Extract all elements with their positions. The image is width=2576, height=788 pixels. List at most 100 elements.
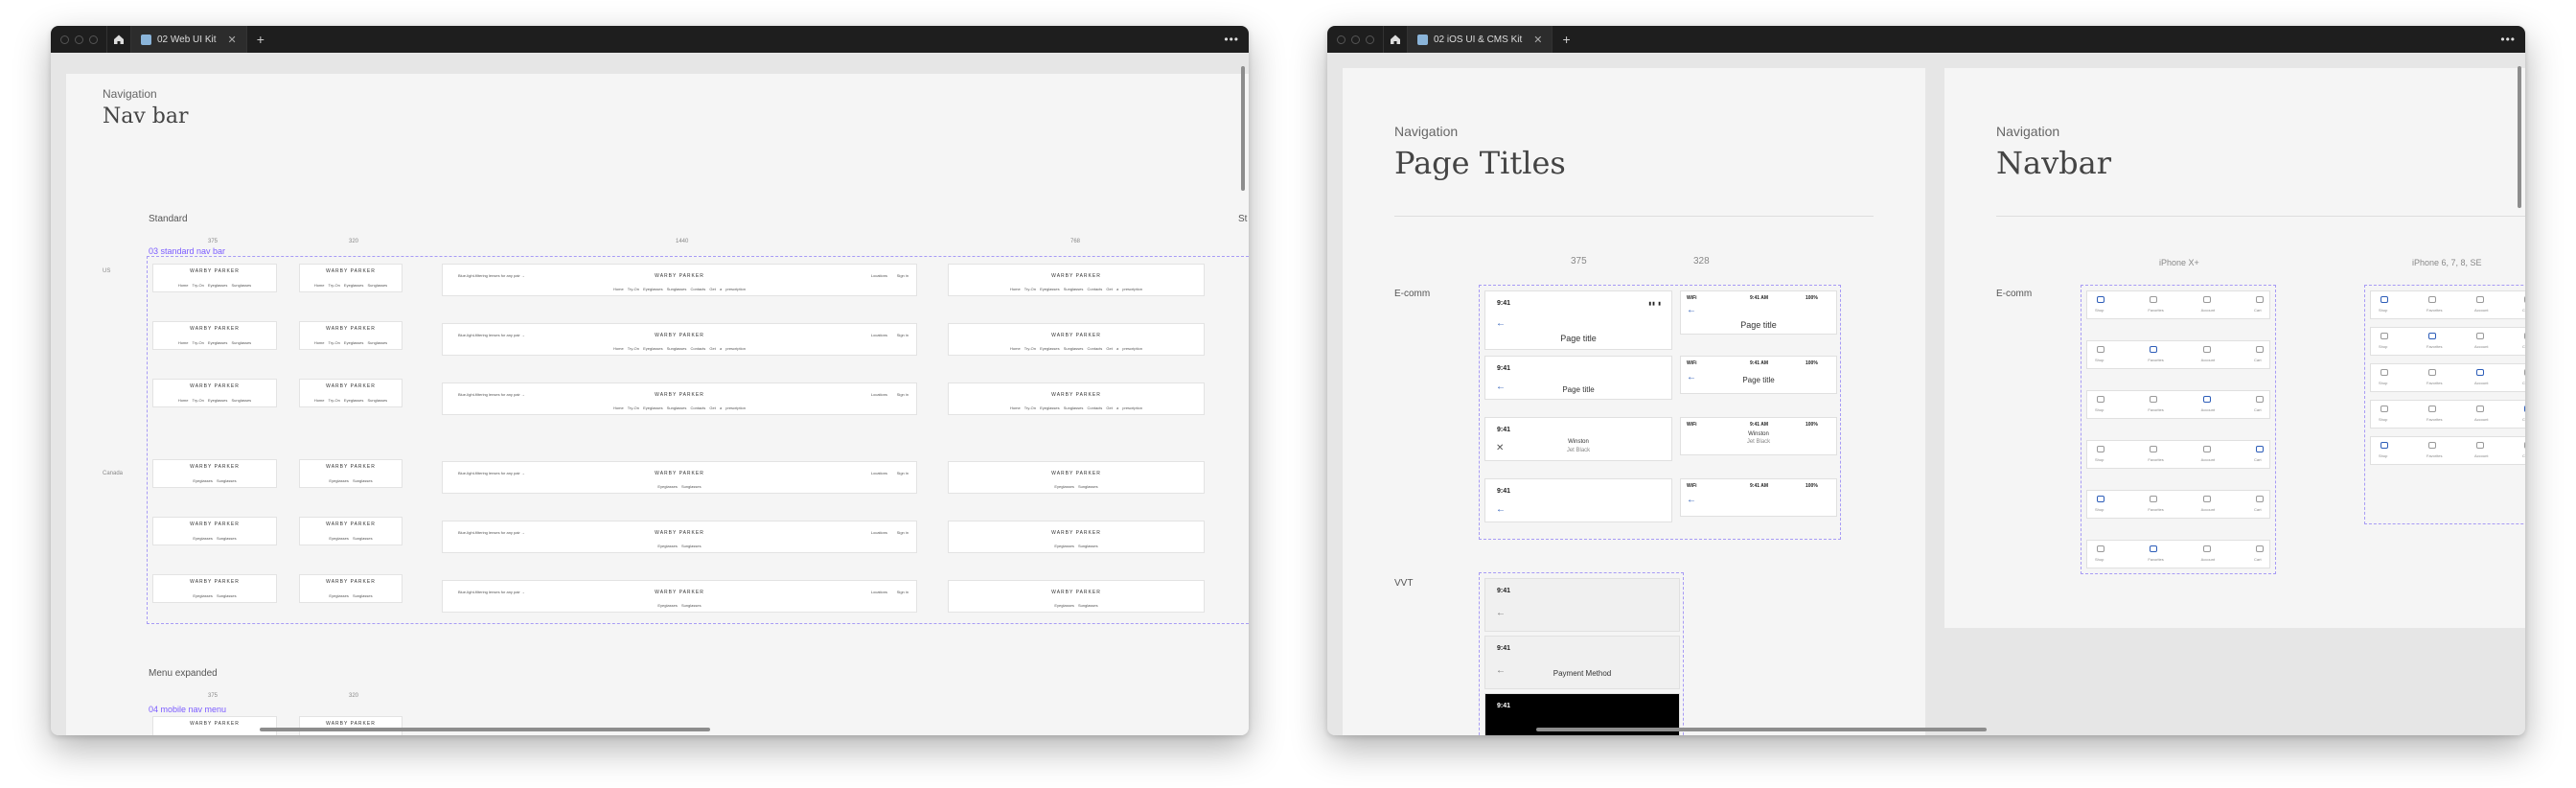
tab-icon[interactable] xyxy=(2256,496,2264,502)
page-title-375-small[interactable]: 9:41 ← Page title xyxy=(1484,356,1672,400)
tab-icon[interactable] xyxy=(2150,346,2158,353)
tab-icon[interactable] xyxy=(2380,406,2388,412)
tab-icon[interactable] xyxy=(2256,296,2264,303)
nav-bar-1440[interactable]: Blue-light-filtering lenses for any pair… xyxy=(442,382,917,415)
tab-icon[interactable] xyxy=(2428,442,2436,449)
tab-bar[interactable]: Shop Favorites Account Cart xyxy=(2086,490,2270,519)
back-arrow-icon[interactable]: ← xyxy=(1496,504,1506,515)
tab-icon[interactable] xyxy=(2476,333,2484,339)
tab-icon[interactable] xyxy=(2097,346,2104,353)
nav-bar-768-canada[interactable]: WARBY PARKER Eyeglasses Sunglasses xyxy=(948,580,1205,613)
tab-icon[interactable] xyxy=(2150,396,2158,403)
new-tab-button[interactable]: + xyxy=(1552,32,1579,47)
tab-icon[interactable] xyxy=(2202,396,2211,403)
tab-icon[interactable] xyxy=(2476,369,2484,376)
tab-icon[interactable] xyxy=(2476,296,2484,303)
file-tab[interactable]: 02 iOS UI & CMS Kit ✕ xyxy=(1408,26,1553,53)
back-arrow-icon[interactable]: ← xyxy=(1687,305,1696,315)
back-arrow-icon[interactable]: ← xyxy=(1496,318,1506,329)
tab-icon[interactable] xyxy=(2524,369,2525,376)
tab-bar[interactable]: Shop Favorites Account Cart xyxy=(2086,340,2270,369)
vvt-nav-payment[interactable]: 9:41 ← Payment Method xyxy=(1484,636,1680,689)
tab-icon[interactable] xyxy=(2524,296,2525,303)
tab-icon[interactable] xyxy=(2428,406,2436,412)
tab-bar[interactable]: Shop Favorites Account Cart xyxy=(2370,436,2525,465)
tab-icon[interactable] xyxy=(2380,369,2388,376)
close-tab-icon[interactable]: ✕ xyxy=(1533,34,1542,46)
nav-bar-320-canada[interactable]: WARBY PARKER Eyeglasses Sunglasses xyxy=(299,574,402,603)
vertical-scrollbar[interactable] xyxy=(1241,66,1245,191)
tab-bar[interactable]: Shop Favorites Account Cart xyxy=(2370,327,2525,356)
nav-bar-375-canada[interactable]: WARBY PARKER Eyeglasses Sunglasses xyxy=(152,517,277,545)
page-title-328-small[interactable]: WiFi 9:41 AM 100% ← Page title xyxy=(1680,356,1837,394)
nav-bar-1440-canada[interactable]: Blue-light-filtering lenses for any pair… xyxy=(442,521,917,553)
back-arrow-icon[interactable]: ← xyxy=(1687,495,1696,505)
tab-bar[interactable]: Shop Favorites Account Cart xyxy=(2370,400,2525,429)
nav-bar-375-canada[interactable]: WARBY PARKER Eyeglasses Sunglasses xyxy=(152,574,277,603)
tab-icon[interactable] xyxy=(2150,446,2158,452)
page-title-375-empty[interactable]: 9:41 ← xyxy=(1484,478,1672,522)
tab-bar[interactable]: Shop Favorites Account Cart xyxy=(2086,540,2270,568)
tab-icon[interactable] xyxy=(2097,396,2104,403)
nav-bar-1440-canada[interactable]: Blue-light-filtering lenses for any pair… xyxy=(442,461,917,494)
tab-icon[interactable] xyxy=(2524,406,2525,412)
tab-icon[interactable] xyxy=(2428,333,2436,339)
tab-icon[interactable] xyxy=(2150,545,2158,552)
tab-icon[interactable] xyxy=(2202,346,2211,353)
vvt-nav-loading[interactable]: 9:41 ← xyxy=(1484,578,1680,632)
tab-icon[interactable] xyxy=(2256,545,2264,552)
menu-component-label[interactable]: 04 mobile nav menu xyxy=(149,705,226,714)
tab-icon[interactable] xyxy=(2202,446,2211,452)
component-label[interactable]: 03 standard nav bar xyxy=(149,246,225,256)
home-icon[interactable] xyxy=(106,26,131,53)
tab-icon[interactable] xyxy=(2428,296,2436,303)
tab-icon[interactable] xyxy=(2476,442,2484,449)
nav-bar-768[interactable]: WARBY PARKER Home Try-On Eyeglasses Sungl… xyxy=(948,382,1205,415)
nav-bar-320-canada[interactable]: WARBY PARKER Eyeglasses Sunglasses xyxy=(299,459,402,488)
page-title-328-large[interactable]: WiFi 9:41 AM 100% ← Page title xyxy=(1680,290,1837,335)
tab-icon[interactable] xyxy=(2202,545,2211,552)
tab-icon[interactable] xyxy=(2476,406,2484,412)
tab-icon[interactable] xyxy=(2380,296,2388,303)
home-icon[interactable] xyxy=(1383,26,1408,53)
nav-bar-768-canada[interactable]: WARBY PARKER Eyeglasses Sunglasses xyxy=(948,461,1205,494)
tab-bar[interactable]: Shop Favorites Account Cart xyxy=(2370,363,2525,392)
tab-bar[interactable]: Shop Favorites Account Cart xyxy=(2086,440,2270,469)
nav-bar-768[interactable]: WARBY PARKER Home Try-On Eyeglasses Sungl… xyxy=(948,323,1205,356)
nav-bar-768-canada[interactable]: WARBY PARKER Eyeglasses Sunglasses xyxy=(948,521,1205,553)
mobile-nav-menu-320[interactable]: WARBY PARKER xyxy=(299,716,402,735)
nav-bar-375-canada[interactable]: WARBY PARKER Eyeglasses Sunglasses xyxy=(152,459,277,488)
tab-icon[interactable] xyxy=(2256,446,2264,452)
tab-icon[interactable] xyxy=(2097,296,2104,303)
tab-icon[interactable] xyxy=(2380,442,2388,449)
nav-bar-1440[interactable]: Blue-light-filtering lenses for any pair… xyxy=(442,264,917,296)
nav-bar-1440-canada[interactable]: Blue-light-filtering lenses for any pair… xyxy=(442,580,917,613)
tab-icon[interactable] xyxy=(2202,296,2211,303)
mobile-nav-menu-375[interactable]: WARBY PARKER xyxy=(152,716,277,735)
more-options-button[interactable]: ••• xyxy=(1224,33,1239,46)
tab-icon[interactable] xyxy=(2524,333,2525,339)
tab-icon[interactable] xyxy=(2380,333,2388,339)
page-title-328-product[interactable]: WiFi 9:41 AM 100% Winston Jet Black xyxy=(1680,417,1837,455)
nav-bar-320[interactable]: WARBY PARKER Home Try-On Eyeglasses Sungl… xyxy=(299,379,402,407)
back-arrow-icon[interactable]: ← xyxy=(1496,608,1506,618)
page-title-375-product[interactable]: 9:41 ✕ Winston Jet Black xyxy=(1484,417,1672,461)
nav-bar-320[interactable]: WARBY PARKER Home Try-On Eyeglasses Sungl… xyxy=(299,264,402,292)
horizontal-scrollbar[interactable] xyxy=(1536,728,1987,731)
tab-icon[interactable] xyxy=(2097,545,2104,552)
more-options-button[interactable]: ••• xyxy=(2500,33,2516,46)
new-tab-button[interactable]: + xyxy=(247,32,274,47)
page-title-328-empty[interactable]: WiFi 9:41 AM 100% ← xyxy=(1680,478,1837,517)
tab-icon[interactable] xyxy=(2097,446,2104,452)
horizontal-scrollbar[interactable] xyxy=(260,728,710,731)
vertical-scrollbar[interactable] xyxy=(2518,66,2521,208)
tab-bar[interactable]: Shop Favorites Account Cart xyxy=(2086,390,2270,419)
nav-bar-320-canada[interactable]: WARBY PARKER Eyeglasses Sunglasses xyxy=(299,517,402,545)
tab-icon[interactable] xyxy=(2524,442,2525,449)
tab-bar[interactable]: Shop Favorites Account Cart xyxy=(2086,290,2270,319)
nav-bar-375[interactable]: WARBY PARKER Home Try-On Eyeglasses Sungl… xyxy=(152,321,277,350)
close-tab-icon[interactable]: ✕ xyxy=(228,34,237,46)
tab-icon[interactable] xyxy=(2150,296,2158,303)
tab-icon[interactable] xyxy=(2097,496,2104,502)
page-title-375-large[interactable]: 9:41 ▮▮ ▮ ← Page title xyxy=(1484,290,1672,350)
